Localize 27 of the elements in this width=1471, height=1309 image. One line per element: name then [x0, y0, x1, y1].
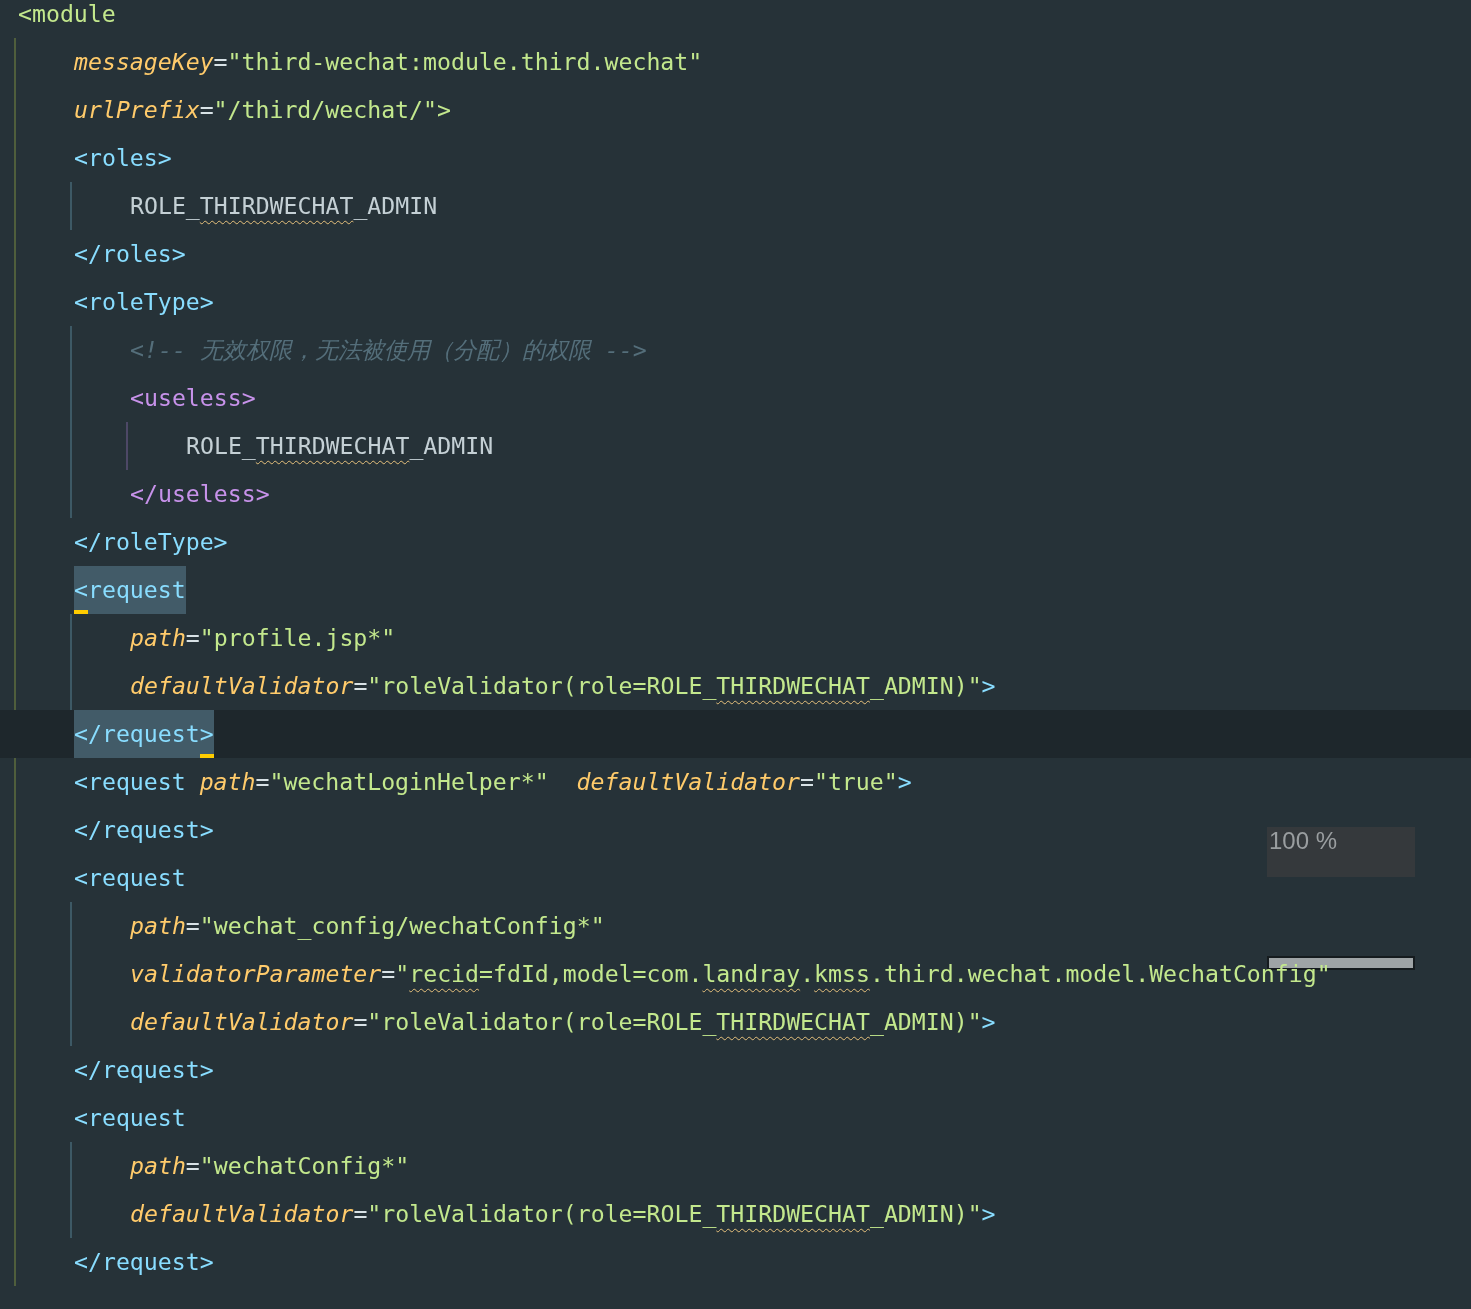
code-line: <request — [74, 566, 186, 614]
code-line: </request> — [74, 815, 214, 845]
code-line: <!-- 无效权限，无法被使用（分配）的权限 --> — [130, 335, 647, 365]
code-line: </request> — [74, 1247, 214, 1277]
code-line: messageKey="third-wechat:module.third.wechat" — [74, 47, 703, 77]
code-line: <request — [74, 863, 186, 893]
code-line: </roles> — [74, 239, 186, 269]
code-line: <roleType> — [74, 287, 214, 317]
zoom-indicator: 100 % — [1267, 827, 1415, 877]
code-line: </request> — [74, 1055, 214, 1085]
code-line: <useless> — [130, 383, 256, 413]
code-line: <request path="wechatLoginHelper*" defaultValidator="true"> — [74, 767, 912, 797]
code-line: path="wechat_config/wechatConfig*" — [130, 911, 605, 942]
code-line: defaultValidator="roleValidator(role=ROLE_THIRDWECHAT_ADMIN)"> — [130, 671, 996, 702]
code-line: path="profile.jsp*" — [130, 623, 396, 653]
code-line: ROLE_THIRDWECHAT_ADMIN — [186, 431, 494, 462]
code-line: urlPrefix="/third/wechat/"> — [74, 95, 451, 125]
code-line: </useless> — [130, 479, 270, 509]
code-line: defaultValidator="roleValidator(role=ROLE_THIRDWECHAT_ADMIN)"> — [130, 1199, 996, 1230]
code-line: <roles> — [74, 143, 172, 173]
code-line: defaultValidator="roleValidator(role=ROLE_THIRDWECHAT_ADMIN)"> — [130, 1007, 996, 1038]
code-line: </roleType> — [74, 527, 228, 557]
code-line: <request — [74, 1103, 186, 1133]
code-line: <module — [18, 0, 116, 29]
code-line: path="wechatConfig*" — [130, 1151, 410, 1181]
code-line: ROLE_THIRDWECHAT_ADMIN — [130, 191, 438, 222]
code-line: validatorParameter="recid=fdId,model=com.landray.kmss.third.wechat.model.WechatConfig" — [130, 959, 1331, 989]
